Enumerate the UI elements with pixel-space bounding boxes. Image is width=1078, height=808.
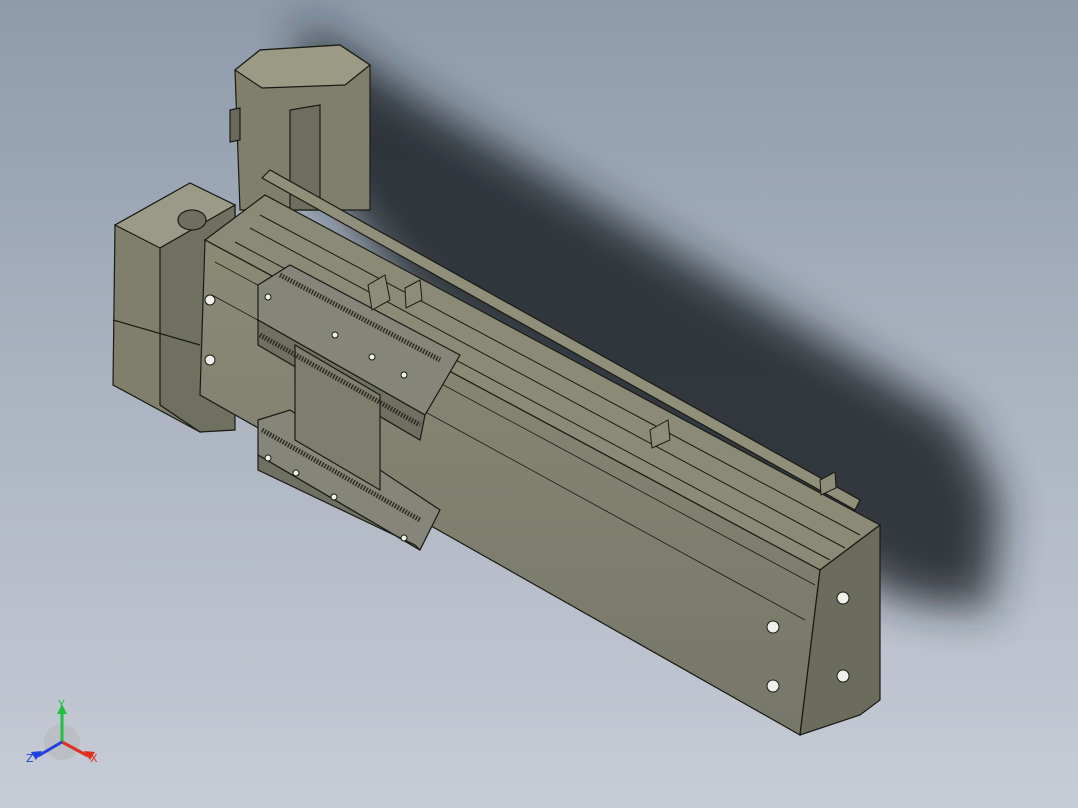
stepper-motor	[229, 44, 372, 211]
y-axis-label: Y	[57, 698, 65, 711]
x-axis-label: X	[90, 752, 98, 765]
z-axis-label: Z	[26, 752, 34, 765]
model-canvas[interactable]: Y X Z	[0, 0, 1078, 808]
3d-viewport[interactable]: Y X Z	[0, 0, 1078, 808]
axis-triad: Y X Z	[26, 698, 98, 765]
